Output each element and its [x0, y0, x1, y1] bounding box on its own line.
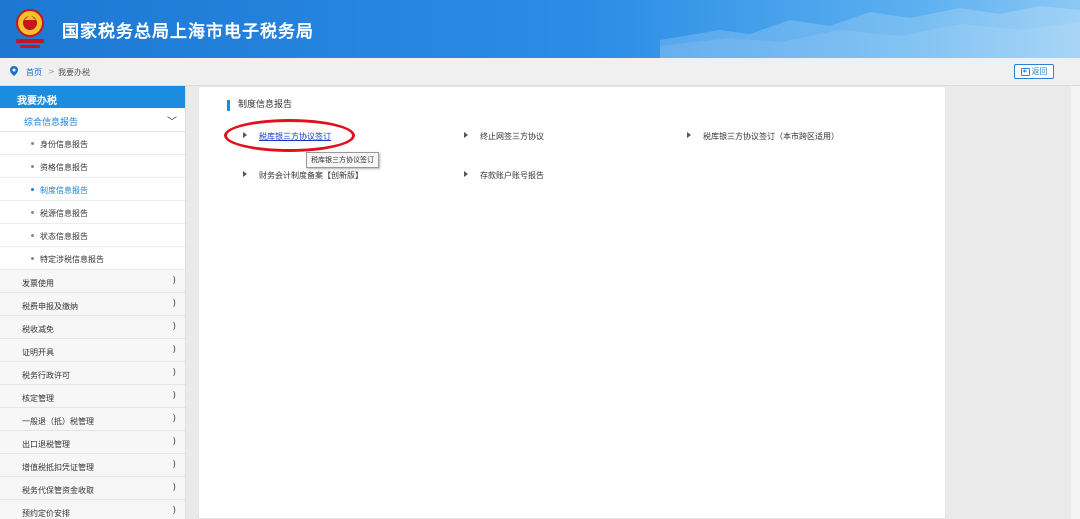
sidebar-item-label: 增值税抵扣凭证管理 — [22, 463, 94, 472]
sidebar-group-label: 综合信息报告 — [24, 118, 79, 128]
chevron-right-icon: ) — [172, 368, 176, 378]
great-wall-decoration — [660, 6, 1080, 58]
sidebar-item-label: 税务行政许可 — [22, 371, 70, 380]
breadcrumb-current: 我要办税 — [58, 68, 90, 77]
sidebar-item-declaration[interactable]: 税费申报及缴纳 ) — [0, 293, 185, 316]
link-tooltip: 税库银三方协议签订 — [306, 152, 379, 168]
chevron-right-icon: ) — [172, 299, 176, 309]
chevron-right-icon: ) — [172, 276, 176, 286]
site-title: 国家税务总局上海市电子税务局 — [62, 22, 314, 42]
sidebar-item-label: 税收减免 — [22, 325, 54, 334]
section-title: 制度信息报告 — [227, 100, 292, 111]
sidebar-item-label: 预约定价安排 — [22, 509, 70, 518]
sidebar-item-label: 税费申报及缴纳 — [22, 302, 78, 311]
sidebar-item-tax-relief[interactable]: 税收减免 ) — [0, 316, 185, 339]
tax-emblem-icon — [16, 9, 44, 48]
chevron-right-icon: ) — [172, 437, 176, 447]
back-button-label: 返回 — [1031, 67, 1048, 76]
link-accounting-system-filing[interactable]: 财务会计制度备案【创新版】 — [243, 170, 363, 181]
sidebar-item-label: 出口退税管理 — [22, 440, 70, 449]
sidebar-item-vat-voucher[interactable]: 增值税抵扣凭证管理 ) — [0, 454, 185, 477]
sidebar-subitem-specific[interactable]: 特定涉税信息报告 — [0, 247, 185, 270]
sidebar-item-apa[interactable]: 预约定价安排 ) — [0, 500, 185, 519]
breadcrumb-separator: > — [48, 67, 55, 76]
link-deposit-account-report[interactable]: 存款账户账号报告 — [464, 170, 544, 181]
sidebar: 我要办税 综合信息报告 ﹀ 身份信息报告 资格信息报告 制度信息报告 税源信息报… — [0, 86, 186, 519]
link-label: 终止网签三方协议 — [480, 132, 544, 141]
sidebar-item-label: 核定管理 — [22, 394, 54, 403]
triangle-right-icon — [243, 171, 247, 177]
sidebar-subitem-qualification[interactable]: 资格信息报告 — [0, 155, 185, 178]
chevron-right-icon: ) — [172, 391, 176, 401]
chevron-right-icon: ) — [172, 460, 176, 470]
sidebar-item-certificate[interactable]: 证明开具 ) — [0, 339, 185, 362]
sidebar-item-label: 发票使用 — [22, 279, 54, 288]
sidebar-item-custody-funds[interactable]: 税务代保管资金收取 ) — [0, 477, 185, 500]
sidebar-item-label: 一般退（抵）税管理 — [22, 417, 94, 426]
link-terminate-agreement[interactable]: 终止网签三方协议 — [464, 131, 544, 142]
sidebar-item-admin-license[interactable]: 税务行政许可 ) — [0, 362, 185, 385]
triangle-right-icon — [464, 132, 468, 138]
chevron-right-icon: ) — [172, 506, 176, 516]
chevron-right-icon: ) — [172, 345, 176, 355]
link-label: 存款账户账号报告 — [480, 171, 544, 180]
sidebar-subitem-status[interactable]: 状态信息报告 — [0, 224, 185, 247]
return-icon — [1020, 67, 1030, 76]
triangle-right-icon — [687, 132, 691, 138]
sidebar-heading: 我要办税 — [0, 86, 185, 108]
chevron-down-icon: ﹀ — [167, 117, 177, 128]
sidebar-item-label: 税务代保管资金收取 — [22, 486, 94, 495]
link-label: 财务会计制度备案【创新版】 — [259, 171, 363, 180]
breadcrumb-home-link[interactable]: 首页 — [26, 67, 42, 78]
breadcrumb: 首页 > 我要办税 返回 — [0, 58, 1080, 86]
location-pin-icon — [10, 66, 18, 76]
header-banner: 国家税务总局上海市电子税务局 — [0, 0, 1080, 58]
chevron-right-icon: ) — [172, 414, 176, 424]
sidebar-group-comprehensive-report[interactable]: 综合信息报告 ﹀ — [0, 108, 185, 132]
chevron-right-icon: ) — [172, 322, 176, 332]
triangle-right-icon — [464, 171, 468, 177]
back-button[interactable]: 返回 — [1014, 64, 1054, 79]
sidebar-item-label: 证明开具 — [22, 348, 54, 357]
sidebar-item-assessment[interactable]: 核定管理 ) — [0, 385, 185, 408]
sidebar-subitem-system[interactable]: 制度信息报告 — [0, 178, 185, 201]
chevron-right-icon: ) — [172, 483, 176, 493]
sidebar-item-invoice[interactable]: 发票使用 ) — [0, 270, 185, 293]
sidebar-item-general-refund[interactable]: 一般退（抵）税管理 ) — [0, 408, 185, 431]
sidebar-item-export-refund[interactable]: 出口退税管理 ) — [0, 431, 185, 454]
main-panel: 制度信息报告 税库银三方协议签订 终止网签三方协议 税库银三方协议签订（本市跨区… — [198, 86, 946, 519]
scrollbar[interactable] — [1071, 86, 1080, 519]
link-cross-district-agreement[interactable]: 税库银三方协议签订（本市跨区适用） — [687, 131, 839, 142]
sidebar-subitem-identity[interactable]: 身份信息报告 — [0, 132, 185, 155]
highlight-circle-annotation — [224, 119, 355, 152]
sidebar-subitem-tax-source[interactable]: 税源信息报告 — [0, 201, 185, 224]
link-label: 税库银三方协议签订（本市跨区适用） — [703, 132, 839, 141]
